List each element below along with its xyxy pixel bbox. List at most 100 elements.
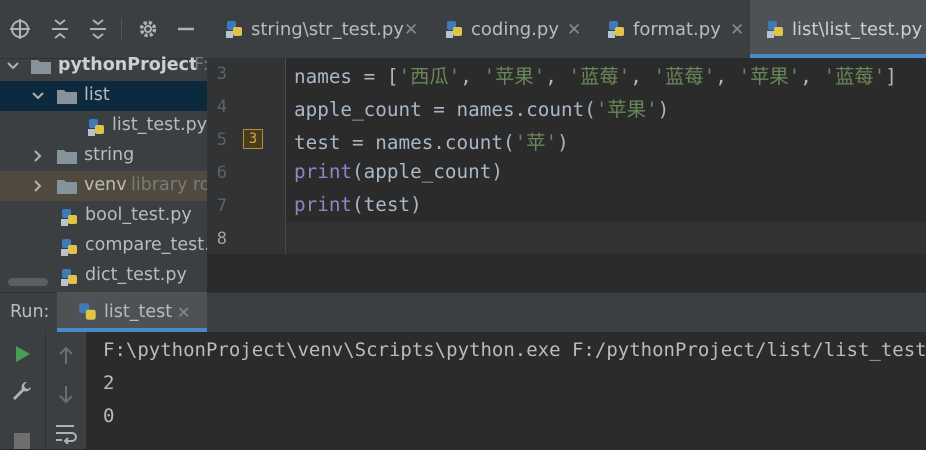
- tree-item-label: string: [84, 145, 135, 165]
- gear-icon[interactable]: [136, 17, 160, 41]
- console-line: F:\pythonProject\venv\Scripts\python.exe…: [103, 339, 926, 361]
- chevron-right-icon[interactable]: [30, 178, 46, 194]
- code-text: ,: [715, 65, 739, 88]
- tree-item-dict-test-py[interactable]: dict_test.py: [0, 261, 207, 291]
- down-arrow-icon[interactable]: [56, 384, 76, 404]
- code-text: test = names.count(: [294, 131, 515, 154]
- wrench-icon[interactable]: [11, 380, 33, 402]
- close-icon[interactable]: ✕: [177, 303, 190, 322]
- code-line-4: apple_count = names.count('苹果'): [294, 94, 669, 122]
- code-line-7: print(test): [294, 193, 422, 216]
- current-line-highlight: [286, 222, 926, 254]
- code-text: ,: [800, 65, 824, 88]
- crosshair-icon[interactable]: [8, 17, 32, 41]
- stop-icon[interactable]: [13, 432, 31, 450]
- string-literal: '苹果': [483, 65, 546, 88]
- tree-item-string[interactable]: string: [0, 141, 207, 171]
- chevron-down-icon[interactable]: [30, 88, 46, 104]
- tree-item-path: F:: [194, 55, 207, 75]
- code-text: apple_count = names.count(: [294, 98, 596, 121]
- hide-icon[interactable]: [174, 17, 198, 41]
- string-literal: '蓝莓': [653, 65, 716, 88]
- python-file-icon: [61, 209, 77, 226]
- tree-item-label: list: [84, 85, 110, 105]
- run-panel-title: Run:: [10, 302, 50, 322]
- folder-icon: [57, 180, 77, 194]
- console-line: 0: [103, 405, 115, 427]
- code-text: ,: [630, 65, 654, 88]
- code-line-5: test = names.count('苹'): [294, 127, 569, 155]
- python-file-icon: [446, 21, 462, 38]
- tree-item-list-test-py[interactable]: list_test.py: [0, 111, 207, 141]
- tree-item-bool-test-py[interactable]: bool_test.py: [0, 201, 207, 231]
- tree-item-label: compare_test.p: [85, 235, 207, 255]
- line-number: 6: [216, 163, 227, 183]
- project-sidebar: pythonProject F: list list_test.py strin…: [0, 0, 207, 292]
- collapse-all-icon[interactable]: [86, 17, 110, 41]
- editor-empty-area: [207, 254, 926, 292]
- code-line-3: names = ['西瓜', '苹果', '蓝莓', '蓝莓', '苹果', '…: [294, 61, 897, 89]
- code-text: ]: [885, 65, 897, 88]
- run-tab-label: list_test: [104, 302, 173, 322]
- string-literal: '苹果': [738, 65, 801, 88]
- folder-icon: [57, 150, 77, 164]
- tree-item-list[interactable]: list: [0, 81, 207, 111]
- tree-item-label: bool_test.py: [85, 205, 192, 225]
- builtin-keyword: print: [294, 193, 353, 216]
- tab-coding-py[interactable]: coding.py ✕: [425, 0, 585, 58]
- run-icon[interactable]: [12, 344, 32, 364]
- tab-label: string\str_test.py: [251, 19, 404, 40]
- tab-label: format.py: [633, 19, 721, 40]
- code-text: names = [: [294, 65, 399, 88]
- string-literal: '蓝莓': [823, 65, 886, 88]
- string-literal: '苹': [514, 131, 558, 154]
- close-icon[interactable]: ✕: [730, 20, 744, 40]
- close-icon[interactable]: ✕: [567, 20, 581, 40]
- chevron-down-icon[interactable]: [5, 58, 21, 74]
- python-icon: [79, 303, 96, 320]
- line-number: 7: [216, 196, 227, 216]
- soft-wrap-icon[interactable]: [54, 422, 78, 444]
- chevron-right-icon[interactable]: [30, 148, 46, 164]
- tree-item-label: dict_test.py: [85, 265, 187, 285]
- code-line-6: print(apple_count): [294, 160, 503, 183]
- line-number: 3: [216, 64, 227, 84]
- tab-label: coding.py: [471, 19, 559, 40]
- tree-item-pythonproject[interactable]: pythonProject F:: [0, 51, 207, 81]
- string-literal: '苹果': [595, 98, 658, 121]
- code-text: ,: [460, 65, 484, 88]
- code-editor[interactable]: names = ['西瓜', '苹果', '蓝莓', '蓝莓', '苹果', '…: [286, 58, 926, 254]
- run-toolbar-primary: [0, 332, 46, 449]
- line-number: 4: [216, 97, 227, 117]
- line-number: 5: [216, 130, 227, 150]
- code-text: ): [657, 98, 670, 121]
- console-line: 2: [103, 372, 115, 394]
- tab-format-py[interactable]: format.py ✕: [585, 0, 750, 58]
- run-console[interactable]: F:\pythonProject\venv\Scripts\python.exe…: [87, 332, 926, 449]
- expand-all-icon[interactable]: [48, 17, 72, 41]
- tab-str-test-py[interactable]: string\str_test.py ✕: [207, 0, 425, 58]
- run-toolbar-secondary: [46, 332, 86, 449]
- up-arrow-icon[interactable]: [56, 346, 76, 366]
- toolbar-divider: [121, 18, 122, 40]
- tab-list-test-py[interactable]: list\list_test.py: [750, 0, 926, 58]
- code-text: (apple_count): [352, 160, 503, 183]
- close-icon[interactable]: ✕: [404, 20, 418, 40]
- tree-item-venv[interactable]: venv library ro: [0, 171, 207, 201]
- folder-icon: [57, 90, 77, 104]
- tree-item-label: venv: [84, 175, 127, 195]
- sidebar-scrollbar[interactable]: [8, 278, 48, 286]
- tree-item-label: pythonProject: [58, 55, 198, 75]
- code-text: ): [557, 131, 569, 154]
- line-number-current: 8: [216, 229, 227, 249]
- python-file-icon: [61, 239, 77, 256]
- editor-tabs: string\str_test.py ✕ coding.py ✕ format.…: [207, 0, 926, 59]
- tab-label: list\list_test.py: [792, 19, 923, 40]
- bookmark-marker[interactable]: 3: [243, 129, 263, 149]
- python-file-icon: [608, 21, 624, 38]
- tree-item-note: library ro: [131, 175, 207, 195]
- python-file-icon: [88, 119, 104, 136]
- tree-item-label: list_test.py: [112, 115, 207, 135]
- tree-item-compare-test-py[interactable]: compare_test.p: [0, 231, 207, 261]
- string-literal: '西瓜': [398, 65, 461, 88]
